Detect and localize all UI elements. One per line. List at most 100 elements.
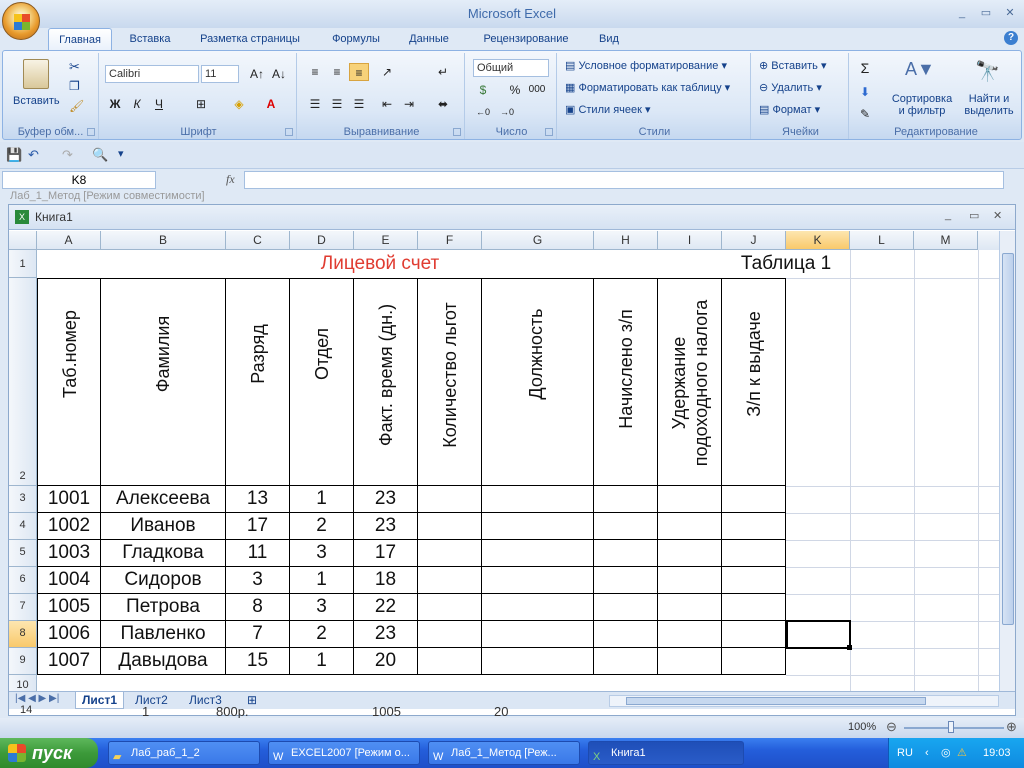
redo-icon[interactable]: ↷ — [62, 147, 73, 163]
autosum-icon[interactable]: Σ — [855, 59, 875, 77]
table-cell[interactable]: 1001 — [37, 486, 101, 513]
table-cell[interactable]: 3 — [290, 540, 354, 567]
table-cell[interactable] — [594, 594, 658, 621]
name-box[interactable]: K8 — [2, 171, 156, 189]
table-cell[interactable] — [594, 648, 658, 675]
print-preview-icon[interactable]: 🔍 — [92, 147, 108, 163]
table-cell[interactable] — [722, 513, 786, 540]
sort-filter-icon[interactable]: A▼ — [905, 59, 935, 80]
horizontal-scroll-thumb[interactable] — [626, 697, 926, 705]
zoom-in-icon[interactable]: ⊕ — [1006, 719, 1017, 735]
taskbar-item-folder[interactable]: ▰ Лаб_раб_1_2 — [108, 741, 260, 765]
sheet-nav-icon[interactable]: |◀ ◀ ▶ ▶| — [15, 693, 59, 704]
format-cells-button[interactable]: ▤ Формат ▾ — [759, 103, 820, 116]
vertical-scroll-thumb[interactable] — [1002, 253, 1014, 625]
cell-styles-button[interactable]: ▣ Стили ячеек ▾ — [565, 103, 651, 116]
table-cell[interactable] — [658, 567, 722, 594]
italic-button[interactable]: К — [127, 95, 147, 113]
formula-input[interactable] — [244, 171, 1004, 189]
table-cell[interactable]: 1 — [290, 486, 354, 513]
table-cell[interactable] — [658, 648, 722, 675]
align-top-icon[interactable]: ≡ — [305, 63, 325, 81]
fx-icon[interactable]: fx — [226, 172, 235, 187]
tab-formulas[interactable]: Формулы — [324, 28, 388, 50]
shrink-font-icon[interactable]: A↓ — [269, 65, 289, 83]
col-header-d[interactable]: D — [290, 231, 354, 250]
row-header-2[interactable]: 2 — [9, 278, 37, 486]
book-close-button[interactable]: ✕ — [993, 209, 1002, 222]
align-center-icon[interactable]: ☰ — [327, 95, 347, 113]
book-minimize-button[interactable]: _ — [945, 209, 951, 221]
table-cell[interactable] — [418, 513, 482, 540]
insert-cells-button[interactable]: ⊕ Вставить ▾ — [759, 59, 827, 72]
decrease-indent-icon[interactable]: ⇤ — [377, 95, 397, 113]
orientation-icon[interactable]: ↗ — [377, 63, 397, 81]
table-cell[interactable]: 1006 — [37, 621, 101, 648]
taskbar-item-word2[interactable]: W Лаб_1_Метод [Реж... — [428, 741, 580, 765]
font-size-select[interactable]: 11 — [201, 65, 239, 83]
table-cell[interactable] — [418, 567, 482, 594]
cut-icon[interactable]: ✂ — [69, 59, 80, 75]
table-cell[interactable]: 8 — [226, 594, 290, 621]
col-header-c[interactable]: C — [226, 231, 290, 250]
table-cell[interactable] — [658, 594, 722, 621]
delete-cells-button[interactable]: ⊖ Удалить ▾ — [759, 81, 822, 94]
table-cell[interactable] — [594, 486, 658, 513]
table-cell[interactable] — [418, 648, 482, 675]
sheet-tab-1[interactable]: Лист1 — [75, 692, 125, 709]
selected-cell-k8[interactable] — [786, 620, 851, 649]
table-cell[interactable] — [482, 540, 594, 567]
col-header-m[interactable]: M — [914, 231, 978, 250]
tab-data[interactable]: Данные — [400, 28, 458, 50]
tray-alert-icon[interactable]: ⚠ — [957, 738, 967, 768]
tab-review[interactable]: Рецензирование — [472, 28, 580, 50]
row-header-6[interactable]: 6 — [9, 567, 37, 594]
table-cell[interactable] — [722, 621, 786, 648]
align-right-icon[interactable]: ☰ — [349, 95, 369, 113]
select-all-corner[interactable] — [9, 231, 37, 250]
table-cell[interactable]: 2 — [290, 513, 354, 540]
language-indicator[interactable]: RU — [897, 738, 913, 768]
table-cell[interactable]: Алексеева — [101, 486, 226, 513]
col-header-b[interactable]: B — [101, 231, 226, 250]
table-cell[interactable]: 18 — [354, 567, 418, 594]
table-cell[interactable]: 20 — [354, 648, 418, 675]
table-cell[interactable]: Сидоров — [101, 567, 226, 594]
borders-icon[interactable]: ⊞ — [191, 95, 211, 113]
table-cell[interactable] — [658, 540, 722, 567]
align-bottom-icon[interactable]: ≡ — [349, 63, 369, 81]
table-cell[interactable] — [658, 513, 722, 540]
zoom-slider-thumb[interactable] — [948, 721, 954, 733]
table-cell[interactable]: 1004 — [37, 567, 101, 594]
close-button[interactable]: ✕ — [1002, 6, 1018, 20]
clear-icon[interactable]: ✎ — [855, 105, 875, 123]
fill-icon[interactable]: ⬇ — [855, 83, 875, 101]
table-cell[interactable]: 13 — [226, 486, 290, 513]
zoom-slider[interactable] — [904, 727, 1004, 729]
alignment-dialog-icon[interactable] — [453, 128, 461, 136]
align-left-icon[interactable]: ☰ — [305, 95, 325, 113]
bold-button[interactable]: Ж — [105, 95, 125, 113]
table-cell[interactable] — [658, 486, 722, 513]
tab-page-layout[interactable]: Разметка страницы — [192, 28, 308, 50]
table-cell[interactable] — [722, 648, 786, 675]
help-icon[interactable]: ? — [1004, 31, 1018, 45]
table-cell[interactable] — [418, 486, 482, 513]
table-cell[interactable] — [594, 540, 658, 567]
increase-decimal-icon[interactable]: ←0 — [473, 103, 493, 121]
thousands-button[interactable]: 000 — [527, 81, 547, 99]
format-as-table-button[interactable]: ▦ Форматировать как таблицу ▾ — [565, 81, 730, 94]
sort-filter-button[interactable]: Сортировка и фильтр — [887, 93, 957, 117]
row-header-10[interactable]: 10 — [9, 675, 37, 691]
sheet-tab-2[interactable]: Лист2 — [129, 692, 174, 709]
table-cell[interactable]: 15 — [226, 648, 290, 675]
fill-color-icon[interactable]: ◈ — [229, 95, 249, 113]
tray-expand-icon[interactable]: ‹ — [925, 738, 929, 768]
col-header-l[interactable]: L — [850, 231, 914, 250]
row-header-5[interactable]: 5 — [9, 540, 37, 567]
table-cell[interactable]: 2 — [290, 621, 354, 648]
row-header-7[interactable]: 7 — [9, 594, 37, 621]
find-select-button[interactable]: Найти и выделить — [959, 93, 1019, 117]
font-dialog-icon[interactable] — [285, 128, 293, 136]
currency-icon[interactable]: $ — [473, 81, 493, 99]
